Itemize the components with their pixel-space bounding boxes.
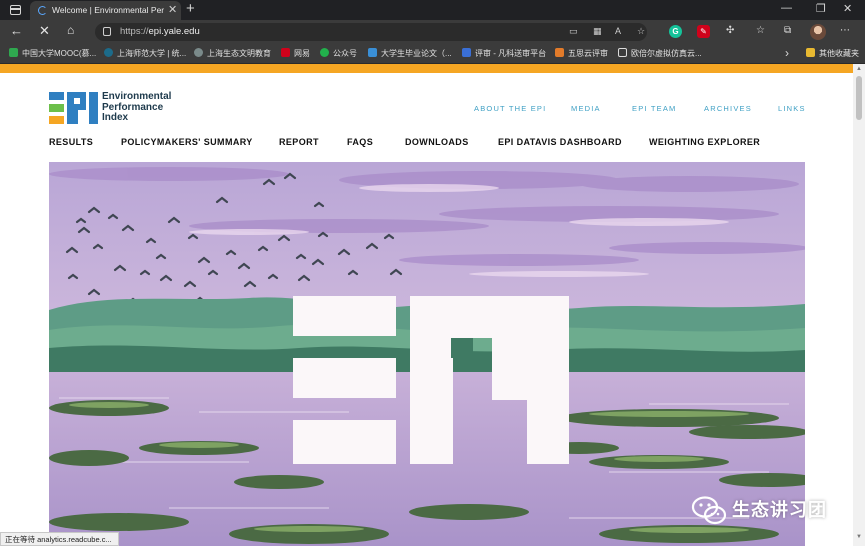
address-toolbar: ← ✕ ⌂ https://epi.yale.edu ▭ ▦ A ☆ G ✎ ✣… bbox=[0, 20, 865, 44]
watermark-text: 生态讲习团 bbox=[732, 500, 827, 521]
mainnav-results[interactable]: RESULTS bbox=[49, 137, 93, 147]
bookmark-item[interactable]: 上海师范大学 | 统... bbox=[104, 48, 186, 60]
bookmark-label: 五思云评审 bbox=[568, 49, 608, 58]
tab-actions-icon[interactable] bbox=[10, 5, 21, 15]
scroll-thumb[interactable] bbox=[856, 76, 862, 120]
other-bookmarks-folder[interactable]: 其他收藏夹 bbox=[806, 48, 859, 60]
scroll-up-icon[interactable]: ▲ bbox=[856, 66, 862, 72]
bookmark-item[interactable]: 五思云评审 bbox=[555, 48, 608, 60]
topnav-team[interactable]: EPI TEAM bbox=[632, 104, 676, 113]
logo-line-1: Environmental bbox=[102, 91, 172, 102]
epi-block-letters bbox=[293, 296, 569, 464]
epi-logo-mark-icon bbox=[49, 92, 98, 124]
bookmark-favicon-icon bbox=[555, 48, 564, 57]
bookmark-label: 中国大学MOOC(慕... bbox=[22, 49, 97, 58]
collections-icon[interactable]: ⧉ bbox=[784, 25, 791, 36]
bookmark-label: 欧倍尔虚拟仿真云... bbox=[631, 49, 702, 58]
bookmark-favicon-icon bbox=[281, 48, 290, 57]
logo-line-3: Index bbox=[102, 112, 129, 123]
lock-icon bbox=[103, 27, 111, 36]
mainnav-downloads[interactable]: DOWNLOADS bbox=[405, 137, 469, 147]
bookmark-item[interactable]: 评审 - 凡科送审平台 bbox=[462, 48, 546, 60]
favorites-icon[interactable]: ☆ bbox=[756, 25, 765, 36]
other-bookmarks-label: 其他收藏夹 bbox=[819, 49, 859, 58]
reader-view-icon[interactable]: ▭ bbox=[569, 26, 578, 37]
bookmark-favicon-icon bbox=[618, 48, 627, 57]
hero-landscape-image bbox=[49, 162, 805, 546]
topnav-links[interactable]: LINKS bbox=[778, 104, 806, 113]
bookmark-label: 大学生毕业论文（... bbox=[381, 49, 452, 58]
favorite-add-icon[interactable]: ☆ bbox=[637, 26, 645, 37]
page-scrollbar[interactable]: ▲ ▼ bbox=[853, 64, 865, 546]
epi-logo[interactable]: Environmental Performance Index bbox=[49, 91, 199, 126]
apps-icon[interactable]: ▦ bbox=[593, 26, 602, 37]
home-icon[interactable]: ⌂ bbox=[67, 23, 74, 37]
browser-tab[interactable]: Welcome | Environmental Perfor ✕ bbox=[30, 1, 181, 20]
browser-tab-bar: Welcome | Environmental Perfor ✕ + — ❐ ✕ bbox=[0, 0, 865, 20]
browser-status-text: 正在等待 analytics.readcube.c... bbox=[0, 532, 119, 546]
scroll-down-icon[interactable]: ▼ bbox=[856, 534, 862, 540]
bookmark-favicon-icon bbox=[320, 48, 329, 57]
logo-wordmark: Environmental Performance Index bbox=[102, 91, 172, 124]
bookmark-label: 公众号 bbox=[333, 49, 357, 58]
new-tab-icon[interactable]: + bbox=[186, 0, 195, 17]
bookmark-label: 上海生态文明教育 bbox=[207, 49, 271, 58]
restore-icon[interactable]: ❐ bbox=[816, 2, 826, 15]
profile-avatar[interactable] bbox=[810, 24, 826, 40]
bookmark-label: 评审 - 凡科送审平台 bbox=[475, 49, 547, 58]
pdf-extension-icon[interactable]: ✎ bbox=[697, 25, 710, 38]
minimize-icon[interactable]: — bbox=[781, 2, 792, 14]
bookmark-label: 上海师范大学 | 统... bbox=[117, 49, 187, 58]
bookmark-favicon-icon bbox=[368, 48, 377, 57]
close-tab-icon[interactable]: ✕ bbox=[168, 3, 177, 16]
bookmark-item[interactable]: 网易 bbox=[281, 48, 310, 60]
mainnav-datavis-dashboard[interactable]: EPI DATAVIS DASHBOARD bbox=[498, 137, 622, 147]
close-window-icon[interactable]: ✕ bbox=[843, 2, 852, 15]
mainnav-faqs[interactable]: FAQS bbox=[347, 137, 373, 147]
url-text: https://epi.yale.edu bbox=[120, 26, 200, 37]
loading-spinner-icon bbox=[38, 6, 47, 15]
bookmark-favicon-icon bbox=[9, 48, 18, 57]
bookmark-item[interactable]: 大学生毕业论文（... bbox=[368, 48, 452, 60]
folder-icon bbox=[806, 48, 815, 57]
mainnav-policymakers-summary[interactable]: POLICYMAKERS' SUMMARY bbox=[121, 137, 253, 147]
stop-loading-icon[interactable]: ✕ bbox=[39, 23, 50, 39]
bookmark-item[interactable]: 上海生态文明教育 bbox=[194, 48, 271, 60]
topnav-archives[interactable]: ARCHIVES bbox=[704, 104, 752, 113]
address-input[interactable]: https://epi.yale.edu ▭ ▦ A ☆ bbox=[95, 23, 647, 41]
bookmark-label: 网易 bbox=[294, 49, 310, 58]
more-menu-icon[interactable]: ⋯ bbox=[840, 25, 850, 36]
back-icon[interactable]: ← bbox=[10, 23, 23, 38]
bookmark-favicon-icon bbox=[194, 48, 203, 57]
grammarly-extension-icon[interactable]: G bbox=[669, 25, 682, 38]
bookmark-favicon-icon bbox=[462, 48, 471, 57]
tab-title: Welcome | Environmental Perfor bbox=[52, 5, 164, 15]
hero-illustration bbox=[49, 162, 805, 546]
accent-bar bbox=[0, 64, 853, 73]
wechat-watermark: 生态讲习团 bbox=[690, 493, 840, 529]
bookmark-item[interactable]: 欧倍尔虚拟仿真云... bbox=[618, 48, 702, 60]
page-viewport: Environmental Performance Index ABOUT TH… bbox=[0, 64, 853, 546]
bookmark-item[interactable]: 中国大学MOOC(慕... bbox=[9, 48, 96, 60]
extensions-icon[interactable]: ✣ bbox=[726, 25, 734, 36]
url-scheme: https:// bbox=[120, 26, 149, 37]
bookmarks-bar: 中国大学MOOC(慕... 上海师范大学 | 统... 上海生态文明教育 网易 … bbox=[0, 44, 865, 64]
topnav-about[interactable]: ABOUT THE EPI bbox=[474, 104, 546, 113]
chevron-right-icon[interactable]: › bbox=[785, 46, 789, 60]
mainnav-weighting-explorer[interactable]: WEIGHTING EXPLORER bbox=[649, 137, 760, 147]
bookmark-favicon-icon bbox=[104, 48, 113, 57]
url-host: epi.yale.edu bbox=[148, 26, 200, 37]
topnav-media[interactable]: MEDIA bbox=[571, 104, 601, 113]
mainnav-report[interactable]: REPORT bbox=[279, 137, 319, 147]
read-aloud-icon[interactable]: A bbox=[615, 26, 621, 36]
wechat-icon bbox=[691, 496, 727, 525]
bookmark-item[interactable]: 公众号 bbox=[320, 48, 357, 60]
